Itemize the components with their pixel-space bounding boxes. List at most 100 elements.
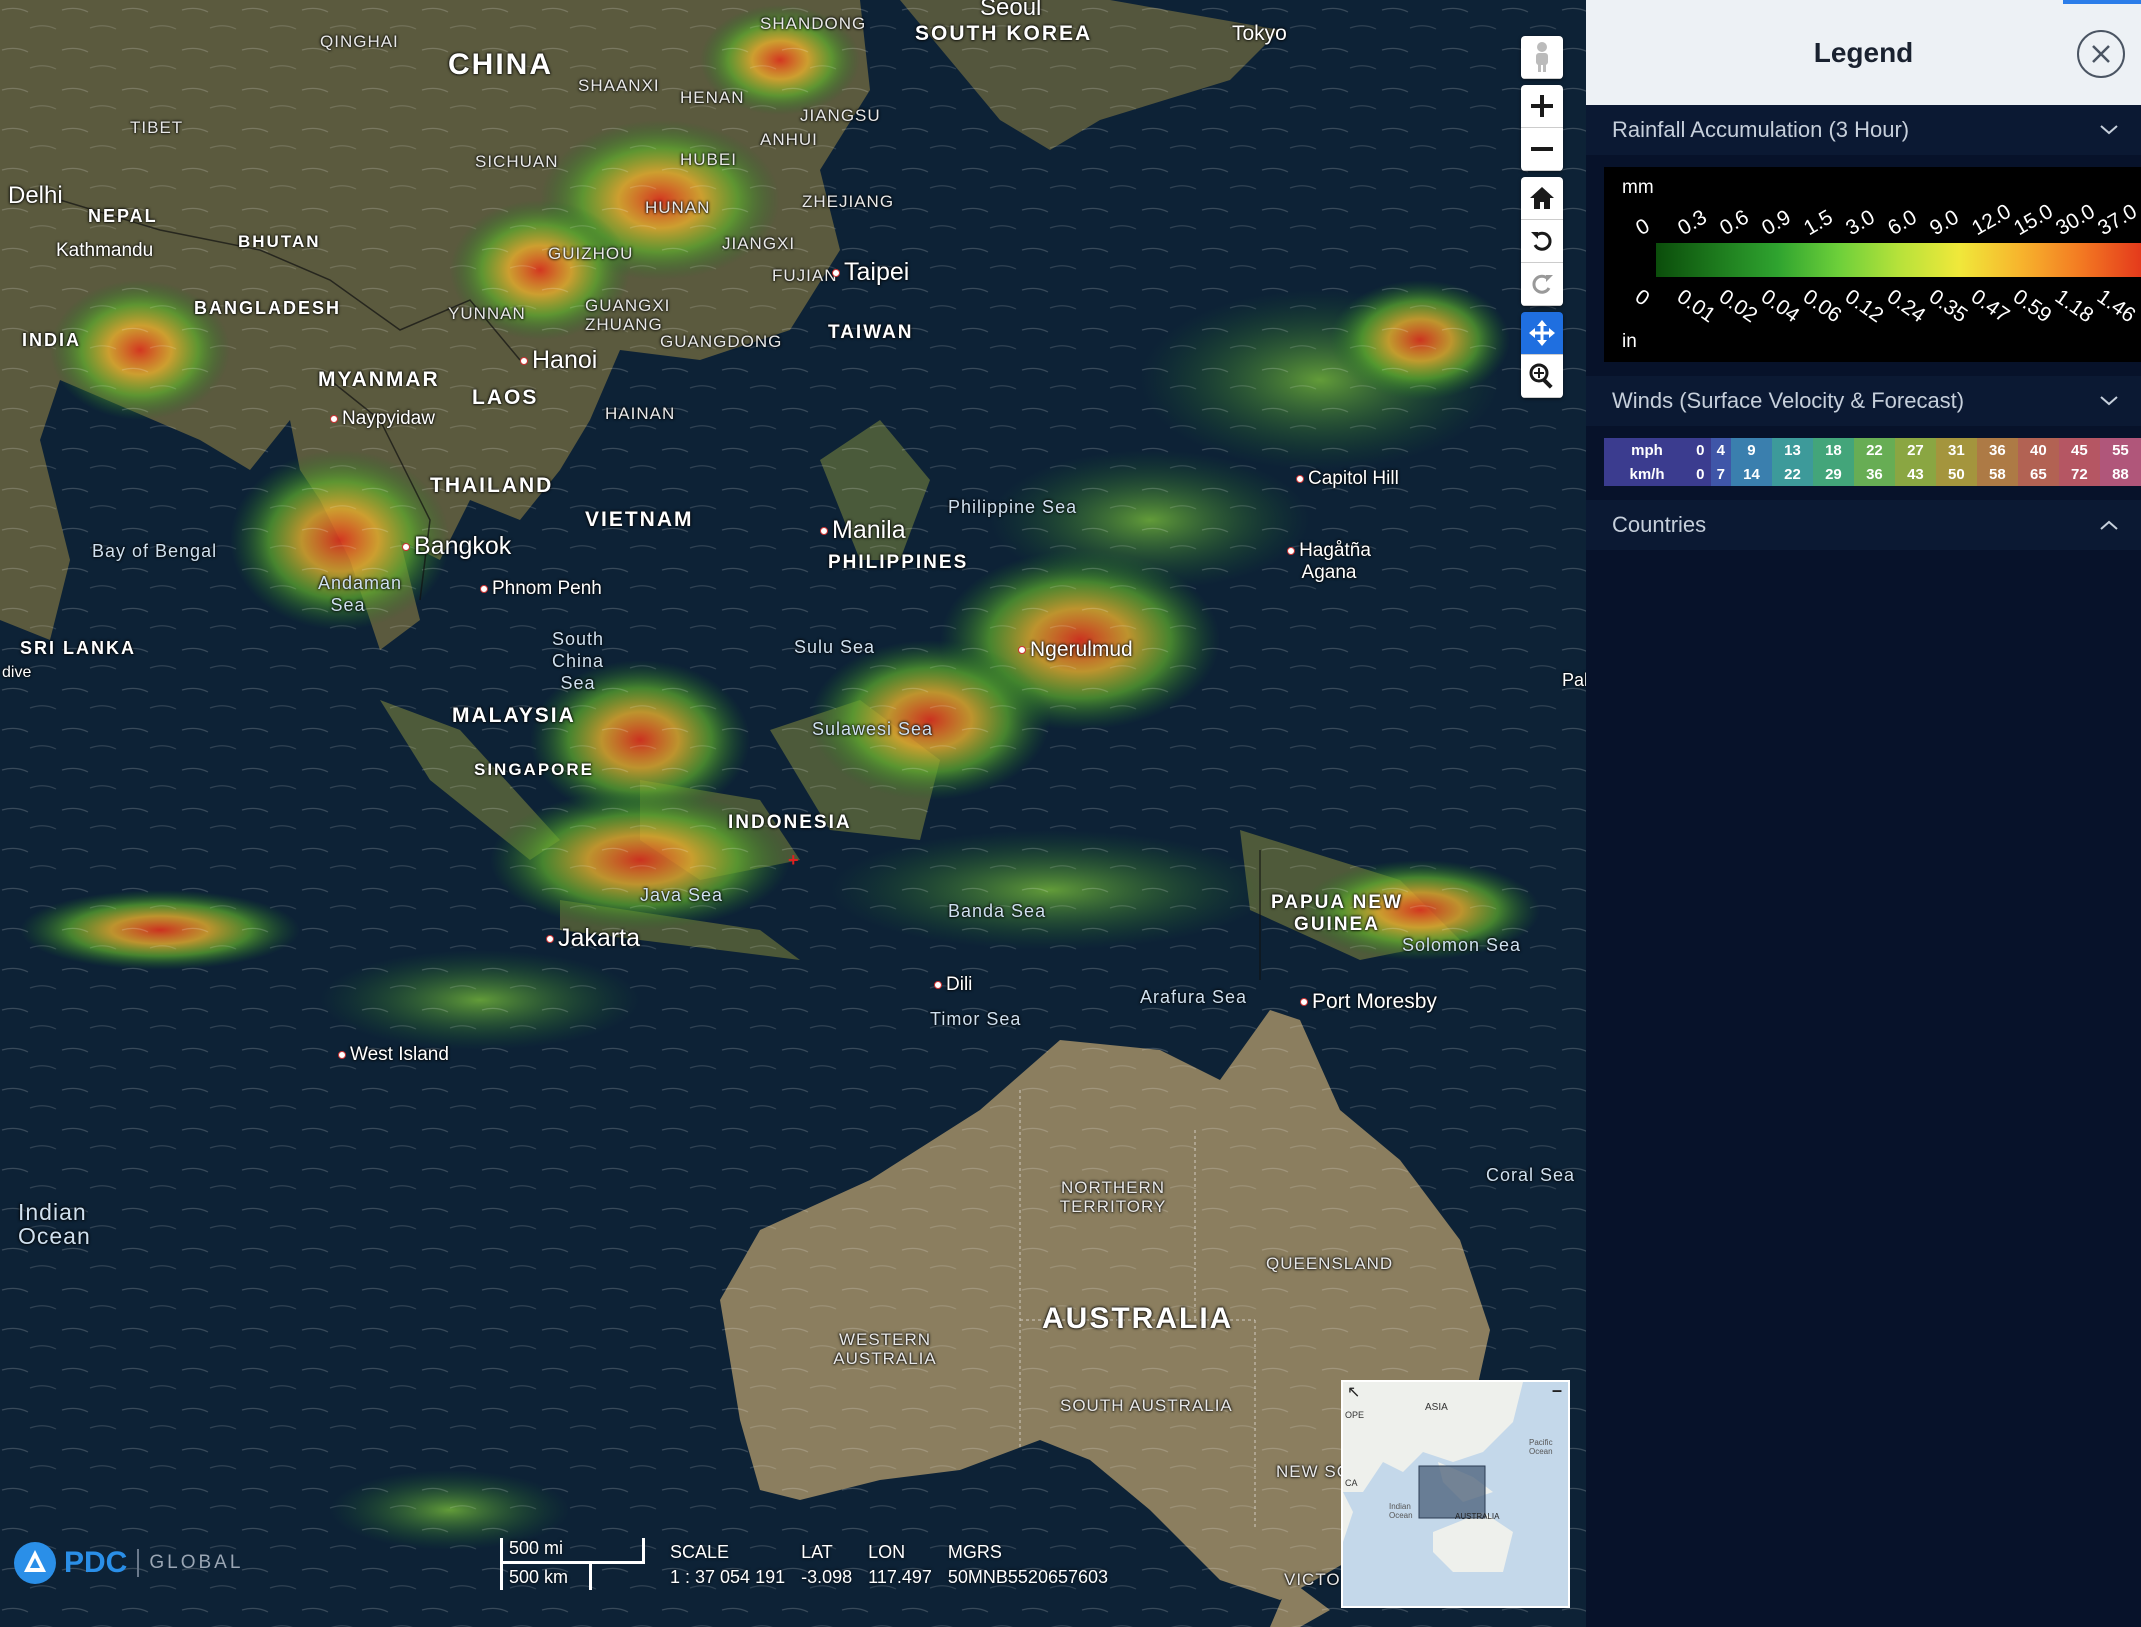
winds-mph-cell: 9 <box>1730 438 1772 462</box>
overview-map[interactable]: ↖ – ASIA OPE CA Indian Ocean Pacific Oce… <box>1341 1380 1570 1608</box>
label-bhutan: BHUTAN <box>238 232 321 251</box>
label-naypyidaw: Naypyidaw <box>330 408 435 430</box>
rainfall-section-title: Rainfall Accumulation (3 Hour) <box>1612 117 1910 142</box>
winds-section-title: Winds (Surface Velocity & Forecast) <box>1612 388 1965 413</box>
rainfall-mm-tick: 3.0 <box>1842 205 1879 241</box>
rotate-right-button[interactable] <box>1521 263 1563 306</box>
rotate-left-icon <box>1531 231 1552 251</box>
label-guangxi: GUANGXI ZHUANG <box>585 296 671 334</box>
rainfall-mm-tick: 9.0 <box>1926 205 1963 241</box>
rainfall-in-tick: 0 <box>1630 285 1654 311</box>
move-arrows-icon <box>1529 320 1555 346</box>
overview-collapse-icon[interactable]: – <box>1552 1382 1562 1401</box>
label-thailand: THAILAND <box>430 474 554 497</box>
winds-legend: mph 0 4 9 13 18 22 27 31 36 40 45 55 km/h 0 7 14 22 29 3… <box>1586 426 2141 500</box>
label-bay-of-bengal: Bay of Bengal <box>92 541 218 561</box>
label-south-australia: SOUTH AUSTRALIA <box>1060 1396 1233 1415</box>
winds-mph-row: mph 0 4 9 13 18 22 27 31 36 40 45 55 <box>1604 438 2141 462</box>
label-china: CHINA <box>448 48 553 81</box>
pan-button[interactable] <box>1521 312 1563 355</box>
rainfall-mm-tick: 0.9 <box>1758 205 1795 241</box>
label-celebes-sea: Sulawesi Sea <box>812 719 934 739</box>
legend-header: Legend <box>1586 0 2141 105</box>
label-kathmandu: Kathmandu <box>56 240 154 261</box>
rainfall-in-tick: 1.46 <box>2092 285 2140 328</box>
rainfall-in-tick: 0.01 <box>1672 285 1720 328</box>
rainfall-in-tick: 0.35 <box>1924 285 1972 328</box>
rainfall-in-tick: 0.12 <box>1840 285 1888 328</box>
zoom-out-button[interactable] <box>1521 128 1563 171</box>
winds-kmh-cell: 65 <box>2017 462 2059 486</box>
minus-icon <box>1531 147 1553 151</box>
label-queensland: QUEENSLAND <box>1266 1254 1394 1273</box>
label-south-korea: SOUTH KOREA <box>915 22 1093 45</box>
label-manila: Manila <box>820 516 906 545</box>
label-port-moresby: Port Moresby <box>1300 990 1437 1014</box>
overview-expand-icon[interactable]: ↖ <box>1347 1382 1360 1402</box>
mgrs-header: MGRS <box>947 1542 1002 1562</box>
label-northern-territory: NORTHERN TERRITORY <box>1059 1178 1167 1216</box>
home-button[interactable] <box>1521 177 1563 220</box>
rainfall-section-header[interactable]: Rainfall Accumulation (3 Hour) <box>1586 105 2141 155</box>
winds-mph-label: mph <box>1604 438 1691 462</box>
winds-kmh-label: km/h <box>1604 462 1691 486</box>
lat-header: LAT <box>801 1542 833 1562</box>
label-sulu-sea: Sulu Sea <box>794 637 876 657</box>
winds-kmh-cell: 22 <box>1771 462 1813 486</box>
label-taiwan: TAIWAN <box>828 322 914 343</box>
label-tokyo: Tokyo <box>1232 22 1287 45</box>
legend-title: Legend <box>1813 36 1914 68</box>
map-view[interactable]: Seoul SOUTH KOREA Tokyo CHINA QINGHAI TI… <box>0 0 1586 1627</box>
winds-kmh-cell: 0 <box>1690 462 1711 486</box>
close-icon <box>2092 45 2110 63</box>
overview-label-asia: ASIA <box>1425 1402 1448 1413</box>
winds-kmh-cell: 7 <box>1710 462 1731 486</box>
rainfall-gradient-bar <box>1656 243 2141 277</box>
label-malaysia: MALAYSIA <box>452 704 576 727</box>
zoom-box-button[interactable] <box>1521 355 1563 398</box>
winds-kmh-cell: 88 <box>2099 462 2141 486</box>
label-fujian: FUJIAN <box>772 266 838 285</box>
rainfall-color-scale: mm in 0 0.3 0.6 0.9 1.5 3.0 6.0 9.0 12.0 15.0 30.0… <box>1604 167 2141 362</box>
winds-mph-cell: 13 <box>1771 438 1813 462</box>
winds-mph-cell: 40 <box>2017 438 2059 462</box>
rainfall-mm-tick: 12.0 <box>1968 199 2015 241</box>
label-sichuan: SICHUAN <box>475 152 559 171</box>
countries-section-header[interactable]: Countries <box>1586 500 2141 550</box>
label-jiangsu: JIANGSU <box>800 106 881 125</box>
map-toolbar <box>1521 36 1563 398</box>
winds-kmh-cell: 58 <box>1976 462 2018 486</box>
label-west-island: West Island <box>338 1044 449 1066</box>
rainfall-in-tick: 0.47 <box>1966 285 2014 328</box>
label-hubei: HUBEI <box>680 150 737 169</box>
winds-kmh-cell: 36 <box>1853 462 1895 486</box>
lon-header: LON <box>868 1542 906 1562</box>
label-banda-sea: Banda Sea <box>948 901 1047 921</box>
label-yunnan: YUNNAN <box>448 304 526 323</box>
label-victoria: VICTO <box>1284 1570 1341 1589</box>
rainfall-in-tick: 0.04 <box>1756 285 1804 328</box>
label-hainan: HAINAN <box>605 404 676 423</box>
rainfall-mm-tick: 6.0 <box>1884 205 1921 241</box>
label-western-australia: WESTERN AUSTRALIA <box>833 1330 937 1368</box>
label-shandong: SHANDONG <box>760 14 867 33</box>
label-solomon-sea: Solomon Sea <box>1402 935 1522 955</box>
label-bangladesh: BANGLADESH <box>194 298 342 318</box>
home-icon <box>1530 187 1554 209</box>
winds-mph-cell: 55 <box>2099 438 2141 462</box>
zoom-in-button[interactable] <box>1521 85 1563 128</box>
chevron-down-icon <box>2100 396 2118 406</box>
winds-section-header[interactable]: Winds (Surface Velocity & Forecast) <box>1586 376 2141 426</box>
rotate-left-button[interactable] <box>1521 220 1563 263</box>
rainfall-in-tick: 0.59 <box>2008 285 2056 328</box>
winds-mph-cell: 45 <box>2058 438 2100 462</box>
header-accent <box>2063 0 2141 4</box>
rainfall-mm-tick: 0.6 <box>1716 205 1753 241</box>
label-philippines: PHILIPPINES <box>828 552 969 573</box>
street-view-button[interactable] <box>1521 36 1563 79</box>
chevron-down-icon <box>2100 125 2118 135</box>
rainfall-legend: mm in 0 0.3 0.6 0.9 1.5 3.0 6.0 9.0 12.0 15.0 30.0… <box>1586 155 2141 376</box>
label-indian-ocean: Indian Ocean <box>18 1199 91 1249</box>
label-hunan: HUNAN <box>645 198 711 217</box>
close-button[interactable] <box>2077 30 2125 78</box>
